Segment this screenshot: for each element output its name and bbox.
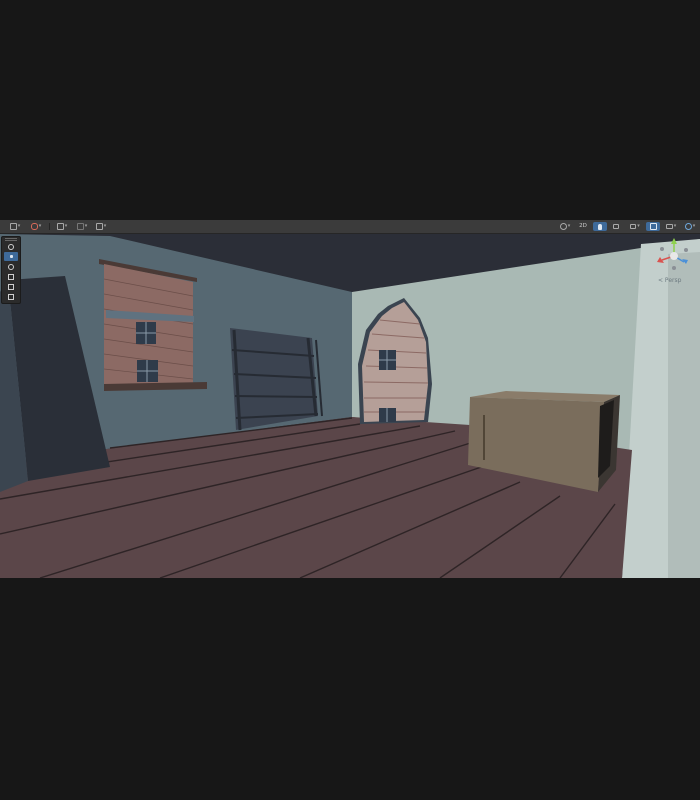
2d-label: 2D (579, 223, 587, 229)
toolbar-divider (49, 223, 50, 230)
chevron-down-icon: ▾ (17, 223, 21, 229)
eye-off-icon (649, 223, 657, 230)
rect-tool[interactable] (4, 282, 18, 291)
scene-view-toolbar: ▾ ▾ ▾ ▾ ▾ ▾ 2D ▾ ▾ ▾ (0, 220, 700, 234)
pillar-shade (668, 252, 700, 578)
chevron-down-icon: ▾ (64, 223, 68, 229)
chevron-down-icon: ▾ (38, 223, 42, 229)
palette-drag-handle[interactable] (5, 238, 17, 241)
scene-render (0, 234, 700, 578)
grid-dropdown[interactable]: ▾ (6, 222, 24, 231)
draw-mode-dropdown[interactable]: ▾ (556, 222, 574, 231)
projection-label[interactable]: < Persp (658, 277, 681, 284)
2d-toggle[interactable]: 2D (576, 222, 590, 231)
letterbox-top (0, 0, 700, 220)
grid-icon (9, 223, 17, 230)
letterbox-bottom (0, 578, 700, 800)
globe-icon (684, 223, 692, 230)
scene-viewport[interactable] (0, 234, 700, 578)
chevron-down-icon: ▾ (103, 223, 107, 229)
rotate-tool[interactable] (4, 262, 18, 271)
speaker-icon (613, 224, 619, 229)
tools-palette (1, 236, 21, 304)
snap-dropdown[interactable]: ▾ (92, 222, 110, 231)
audio-toggle[interactable] (609, 222, 623, 231)
global-dropdown[interactable]: ▾ (73, 222, 91, 231)
hand-icon (8, 243, 14, 250)
effects-icon (630, 224, 637, 229)
view-tool[interactable] (4, 242, 18, 251)
snap-icon (95, 223, 103, 230)
hidden-objects-toggle[interactable] (646, 222, 660, 231)
effects-dropdown[interactable]: ▾ (626, 222, 644, 231)
lighting-toggle[interactable] (593, 222, 607, 231)
chevron-down-icon: ▾ (637, 223, 640, 229)
transform-tool[interactable] (4, 292, 18, 301)
camera-icon (665, 224, 673, 229)
chevron-down-icon: ▾ (673, 223, 677, 229)
gizmo-dropdown[interactable]: ▾ (27, 222, 45, 231)
scale-tool[interactable] (4, 272, 18, 281)
chevron-down-icon: ▾ (567, 223, 571, 229)
move-tool[interactable] (4, 252, 18, 261)
transform-icon (8, 293, 14, 300)
chevron-down-icon: ▾ (84, 223, 88, 229)
chevron-down-icon: ▾ (692, 223, 696, 229)
axis-gizmo-icon (657, 238, 688, 270)
gizmo-icon (30, 223, 38, 230)
pivot-dropdown[interactable]: ▾ (53, 222, 71, 231)
move-icon (7, 253, 15, 260)
global-icon (76, 223, 84, 230)
sphere-icon (559, 223, 567, 230)
pivot-icon (56, 223, 64, 230)
scale-icon (8, 273, 14, 280)
rotate-icon (8, 263, 14, 270)
lightbulb-icon (598, 223, 602, 230)
rect-icon (8, 283, 14, 290)
gizmos-dropdown[interactable]: ▾ (681, 222, 699, 231)
camera-dropdown[interactable]: ▾ (662, 222, 680, 231)
